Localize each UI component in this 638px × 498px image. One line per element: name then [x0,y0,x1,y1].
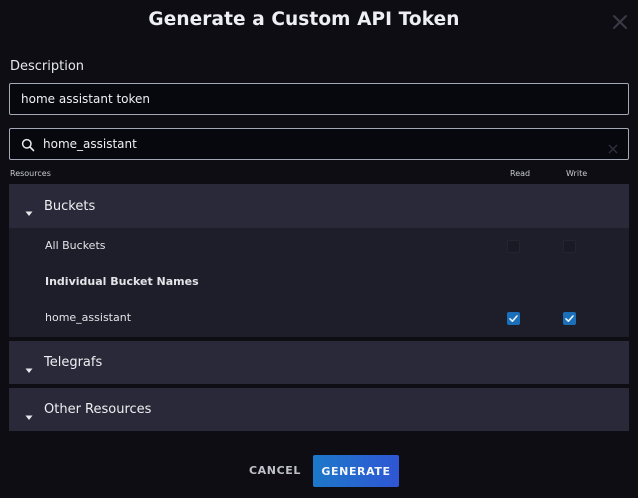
clear-search-icon[interactable] [608,139,618,154]
telegrafs-section-header[interactable]: Telegrafs [9,341,629,384]
all-buckets-read-checkbox[interactable] [507,240,520,253]
individual-buckets-heading-row: Individual Bucket Names [9,264,629,300]
all-buckets-write-checkbox[interactable] [563,240,576,253]
description-input[interactable] [9,83,629,115]
column-headers: Resources Read Write [0,168,638,182]
column-header-write: Write [566,169,588,178]
buckets-section: Buckets All Buckets Individual Bucket Na… [9,184,629,337]
all-buckets-label: All Buckets [45,239,106,252]
telegrafs-section-title: Telegrafs [44,355,103,370]
caret-down-icon [25,202,33,216]
buckets-section-title: Buckets [44,198,96,214]
bucket-row: home_assistant [9,300,629,336]
bucket-read-checkbox[interactable] [507,312,520,325]
generate-button[interactable]: GENERATE [313,455,399,487]
bucket-name: home_assistant [45,311,132,324]
buckets-section-header[interactable]: Buckets [9,184,629,228]
description-label: Description [10,59,85,74]
telegrafs-section: Telegrafs [9,341,629,384]
bucket-write-checkbox[interactable] [563,312,576,325]
other-resources-section: Other Resources [9,388,629,431]
other-resources-section-header[interactable]: Other Resources [9,388,629,431]
cancel-button[interactable]: CANCEL [243,461,307,479]
other-resources-section-title: Other Resources [44,402,152,417]
individual-buckets-heading: Individual Bucket Names [45,275,199,288]
caret-down-icon [25,359,33,373]
search-input[interactable] [43,129,603,159]
caret-down-icon [25,406,33,420]
column-header-read: Read [510,169,531,178]
modal-title: Generate a Custom API Token [148,9,460,30]
all-buckets-row: All Buckets [9,228,629,264]
column-header-resources: Resources [10,169,51,178]
close-icon[interactable] [610,12,630,32]
search-icon [21,137,35,152]
resource-search-field[interactable] [9,128,629,160]
